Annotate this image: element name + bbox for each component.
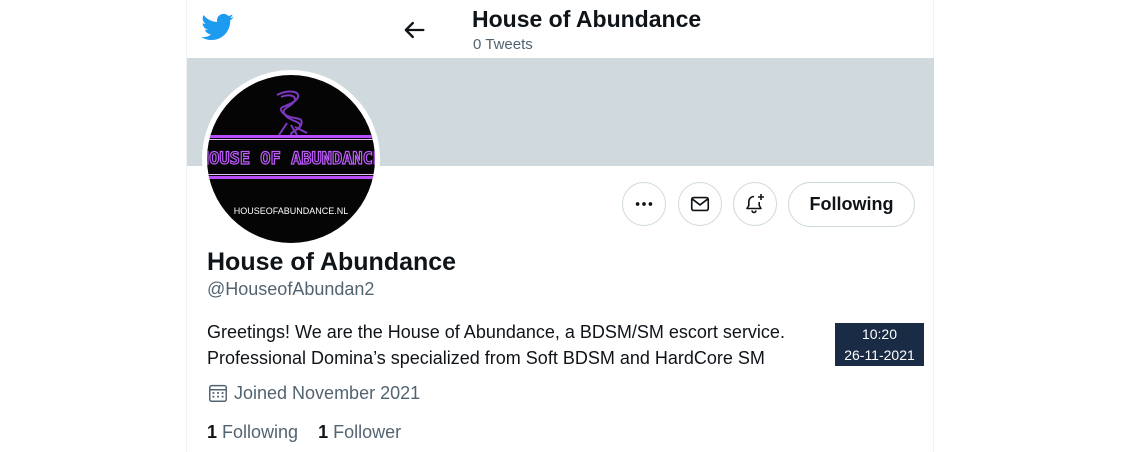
profile-handle: @HouseofAbundan2 bbox=[207, 279, 375, 299]
followers-stat[interactable]: 1 Follower bbox=[318, 422, 401, 442]
logo-url: HOUSEOFABUNDANCE.NL bbox=[234, 206, 349, 216]
joined-date: Joined November 2021 bbox=[207, 382, 420, 404]
more-button[interactable] bbox=[622, 182, 666, 226]
tweet-count: 0 Tweets bbox=[473, 36, 533, 53]
profile-name: House of Abundance bbox=[207, 248, 457, 276]
mail-icon bbox=[690, 196, 710, 212]
avatar-image: HOUSE OF ABUNDANCE HOUSEOFABUNDANCE.NL bbox=[207, 75, 375, 243]
followers-count: 1 bbox=[318, 422, 329, 442]
back-arrow-icon[interactable] bbox=[400, 16, 428, 44]
bio-line-1: Greetings! We are the House of Abundance… bbox=[207, 322, 785, 342]
following-count: 1 bbox=[207, 422, 218, 442]
joined-text: Joined November 2021 bbox=[234, 382, 421, 403]
twitter-bird-icon[interactable] bbox=[200, 10, 234, 44]
profile-bio: Greetings! We are the House of Abundance… bbox=[207, 319, 785, 371]
followers-label: Follower bbox=[333, 422, 402, 442]
notification-bell-icon bbox=[746, 194, 764, 214]
avatar[interactable]: HOUSE OF ABUNDANCE HOUSEOFABUNDANCE.NL bbox=[202, 70, 380, 248]
bio-line-2: Professional Domina’s specialized from S… bbox=[207, 348, 765, 368]
notifications-button[interactable] bbox=[733, 182, 777, 226]
calendar-icon bbox=[209, 384, 227, 402]
profile-page: House of Abundance 0 Tweets HOUSE OF ABU… bbox=[0, 0, 1140, 452]
following-button[interactable]: Following bbox=[788, 182, 915, 227]
following-stat[interactable]: 1 Following bbox=[207, 422, 298, 442]
message-button[interactable] bbox=[678, 182, 722, 226]
system-clock[interactable]: 10:20 26-11-2021 bbox=[835, 323, 924, 366]
more-icon bbox=[635, 202, 653, 206]
follow-stats: 1 Following 1 Follower bbox=[207, 422, 401, 443]
clock-date: 26-11-2021 bbox=[844, 347, 915, 363]
house-of-abundance-logo: HOUSE OF ABUNDANCE HOUSEOFABUNDANCE.NL bbox=[207, 90, 375, 216]
clock-time: 10:20 bbox=[861, 326, 898, 342]
header-title: House of Abundance bbox=[472, 6, 702, 32]
following-label: Following bbox=[222, 422, 299, 442]
logo-text: HOUSE OF ABUNDANCE bbox=[207, 149, 375, 169]
